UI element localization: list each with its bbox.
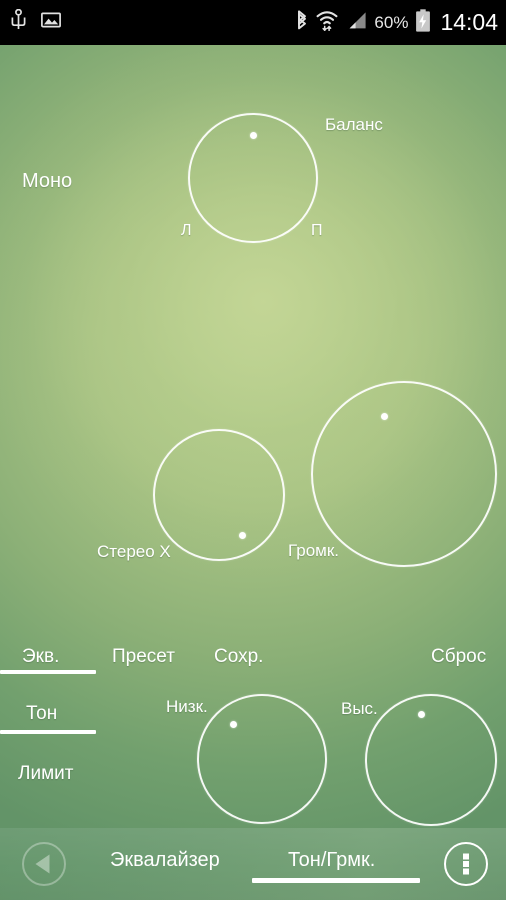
bass-knob[interactable] — [197, 694, 327, 824]
wifi-icon — [316, 9, 338, 36]
balance-left-label: Л — [181, 222, 192, 239]
tab-tone-volume[interactable]: Тон/Грмк. — [288, 849, 375, 872]
back-button[interactable] — [21, 841, 67, 887]
overflow-menu-icon — [444, 842, 488, 886]
treble-knob-indicator — [417, 711, 425, 719]
balance-right-label: П — [311, 222, 323, 239]
image-icon — [41, 12, 61, 33]
battery-percent-label: 60% — [374, 12, 409, 32]
bottom-bar-sheen — [0, 828, 506, 900]
stereo-x-knob[interactable] — [153, 429, 285, 561]
bluetooth-icon — [295, 9, 309, 36]
sidebar-divider-bottom — [0, 730, 96, 734]
stereo-x-knob-label: Стерео X — [97, 542, 171, 561]
save-button[interactable]: Сохр. — [214, 646, 263, 668]
tone-volume-panel: Моно Баланс Л П Стерео X Громк. Низк. Вы… — [0, 45, 506, 900]
balance-knob-indicator — [249, 131, 257, 139]
battery-charging-icon — [415, 8, 431, 37]
status-bar-right-icons: 60% 14:04 — [295, 0, 498, 45]
volume-knob-label: Громк. — [288, 541, 340, 560]
usb-icon — [10, 8, 27, 36]
preset-button[interactable]: Пресет — [112, 646, 175, 668]
status-bar: 60% 14:04 — [0, 0, 506, 45]
balance-knob-label: Баланс — [325, 115, 383, 134]
sidebar-item-eq[interactable]: Экв. — [22, 646, 59, 668]
cell-signal-icon — [345, 11, 367, 35]
status-bar-left-icons — [10, 0, 61, 45]
reset-button[interactable]: Сброс — [431, 646, 486, 668]
treble-knob[interactable] — [365, 694, 497, 826]
bass-knob-label: Низк. — [166, 697, 208, 716]
treble-knob-label: Выс. — [341, 699, 378, 718]
tab-equalizer[interactable]: Эквалайзер — [110, 849, 220, 872]
volume-knob-indicator — [380, 413, 388, 421]
sidebar-item-tone[interactable]: Тон — [26, 703, 57, 725]
stereo-x-knob-indicator — [238, 531, 246, 539]
bass-knob-indicator — [230, 720, 238, 728]
status-bar-clock: 14:04 — [440, 9, 498, 35]
balance-knob[interactable] — [188, 113, 318, 243]
back-arrow-icon — [22, 842, 66, 886]
mono-label[interactable]: Моно — [22, 170, 72, 193]
active-tab-underline — [252, 878, 420, 883]
volume-knob[interactable] — [311, 381, 497, 567]
app-screen: 60% 14:04 Моно Баланс Л П Стерео X Громк… — [0, 0, 506, 900]
sidebar-item-limit[interactable]: Лимит — [18, 763, 73, 785]
overflow-menu-button[interactable] — [443, 841, 489, 887]
bottom-navigation-bar: Эквалайзер Тон/Грмк. — [0, 828, 506, 900]
sidebar-divider-top — [0, 670, 96, 674]
